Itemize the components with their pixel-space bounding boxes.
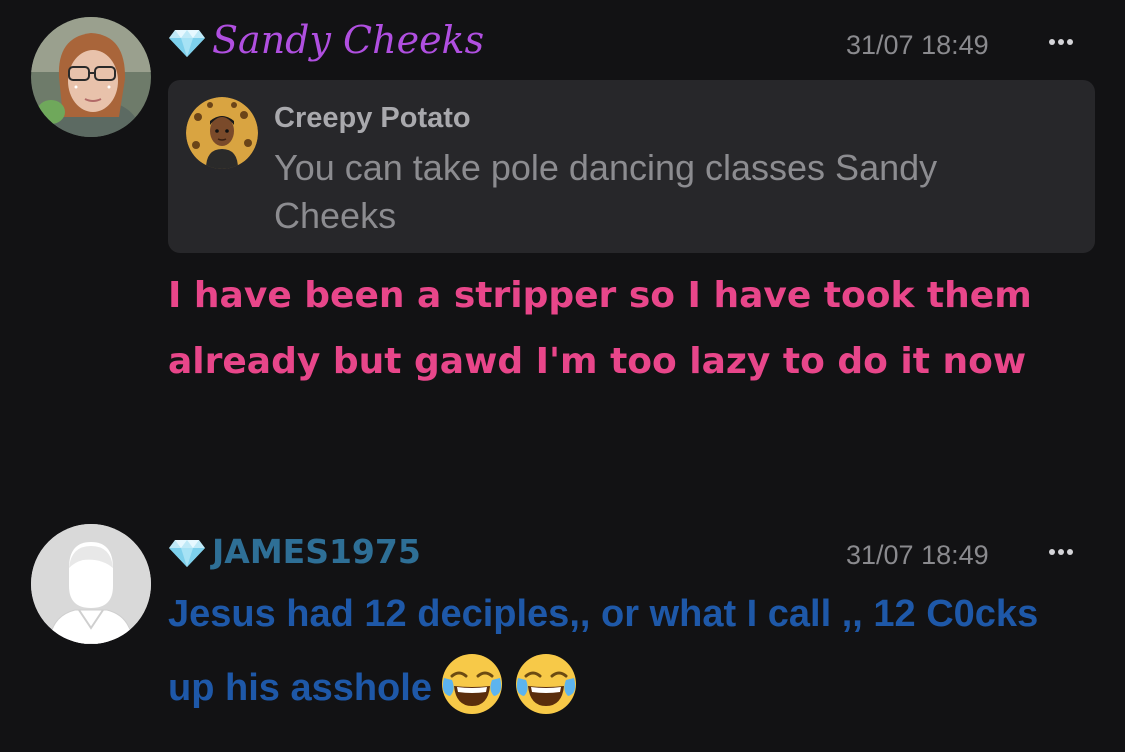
username[interactable]: JAMES1975 [212,532,421,571]
message-header: Sandy Cheeks 31/07 18:49 [168,18,1125,68]
face-with-tears-of-joy-icon [441,654,502,714]
username[interactable]: Sandy Cheeks [212,18,484,62]
message-body: Jesus had 12 deciples,, or what I call ,… [168,578,1068,724]
avatar[interactable] [31,17,151,137]
timestamp: 31/07 18:49 [846,540,989,570]
message-text: Jesus had 12 deciples,, or what I call ,… [168,593,1039,709]
more-options-icon[interactable] [1046,537,1076,567]
more-options-icon[interactable] [1046,27,1076,57]
quoted-avatar [186,97,258,169]
timestamp: 31/07 18:49 [846,30,989,60]
default-avatar-icon[interactable] [31,524,151,644]
face-with-tears-of-joy-icon [515,654,576,714]
quoted-text: You can take pole dancing classes Sandy … [274,147,938,236]
message-header: JAMES1975 31/07 18:49 [168,528,1125,578]
diamond-icon [169,30,205,57]
chat-message: Sandy Cheeks 31/07 18:49 Creepy Potato Y… [0,0,1125,500]
diamond-icon [169,540,205,567]
message-text: I have been a stripper so I have took th… [168,275,1032,382]
chat-message: JAMES1975 31/07 18:49 Jesus had 12 decip… [0,500,1125,752]
quoted-username: Creepy Potato [274,102,471,134]
quoted-message[interactable]: Creepy Potato You can take pole dancing … [168,80,1095,253]
